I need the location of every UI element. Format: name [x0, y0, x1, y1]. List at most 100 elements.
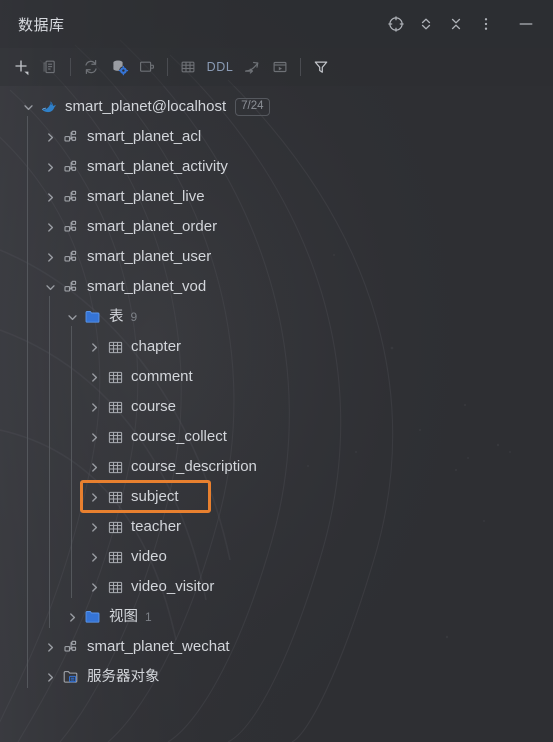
locate-icon[interactable] [383, 11, 409, 37]
schema-icon [62, 278, 80, 296]
chevron-down-icon[interactable] [42, 279, 58, 295]
collapse-all-icon[interactable] [443, 11, 469, 37]
ddl-button[interactable]: DDL [202, 53, 238, 81]
tree-row[interactable]: smart_planet_activity [0, 152, 553, 182]
tree-row[interactable]: 表9 [0, 302, 553, 332]
expand-all-icon[interactable] [413, 11, 439, 37]
tree-row[interactable]: 服务器对象 [0, 662, 553, 692]
tree-row[interactable]: smart_planet_live [0, 182, 553, 212]
toolbar-divider-2 [167, 58, 168, 76]
tree-row-label: smart_planet_activity [87, 158, 228, 175]
schema-icon [62, 158, 80, 176]
tree-row[interactable]: smart_planet_user [0, 242, 553, 272]
database-tree[interactable]: smart_planet@localhost 7/24 smart_planet_a… [0, 86, 553, 742]
tree-row-count: 1 [145, 610, 152, 624]
chevron-right-icon[interactable] [86, 399, 102, 415]
tree-row[interactable]: subject [0, 482, 553, 512]
chevron-right-icon[interactable] [42, 639, 58, 655]
more-options-icon[interactable] [473, 11, 499, 37]
chevron-right-icon[interactable] [86, 429, 102, 445]
filter-button[interactable] [307, 53, 335, 81]
tree-row[interactable]: smart_planet@localhost 7/24 [0, 92, 553, 122]
tree-row-label: smart_planet@localhost [65, 98, 227, 115]
schema-icon [62, 638, 80, 656]
tree-row[interactable]: smart_planet_wechat [0, 632, 553, 662]
folder-icon [84, 608, 102, 626]
ddl-button-label: DDL [206, 60, 234, 74]
chevron-right-icon[interactable] [86, 489, 102, 505]
data-source-properties-button[interactable] [105, 53, 133, 81]
tree-row-label: chapter [131, 338, 182, 355]
tree-row-label: course [131, 398, 177, 415]
chevron-right-icon[interactable] [86, 519, 102, 535]
tree-row-label: video [131, 548, 167, 565]
tree-row[interactable]: smart_planet_order [0, 212, 553, 242]
chevron-right-icon[interactable] [42, 159, 58, 175]
database-toolbar: DDL [0, 48, 553, 86]
tree-row[interactable]: course_description [0, 452, 553, 482]
tree-row-label: smart_planet_acl [87, 128, 202, 145]
chevron-right-icon[interactable] [42, 189, 58, 205]
chevron-right-icon[interactable] [42, 129, 58, 145]
schema-icon [62, 248, 80, 266]
refresh-button[interactable] [77, 53, 105, 81]
chevron-right-icon[interactable] [86, 549, 102, 565]
chevron-right-icon[interactable] [42, 249, 58, 265]
jump-to-console-button[interactable] [133, 53, 161, 81]
table-icon [106, 548, 124, 566]
chevron-right-icon[interactable] [86, 339, 102, 355]
tree-row[interactable]: smart_planet_vod [0, 272, 553, 302]
folder-icon [84, 308, 102, 326]
chevron-right-icon[interactable] [86, 459, 102, 475]
add-button[interactable] [8, 53, 36, 81]
chevron-right-icon[interactable] [86, 579, 102, 595]
chevron-down-icon[interactable] [20, 99, 36, 115]
database-tool-window: 数据库 DDL smart_planet@localhost 7/24 smar… [0, 0, 553, 742]
server-objects-icon [62, 668, 80, 686]
tree-row-label: 表 [109, 309, 124, 325]
tree-row-label: 视图 [109, 609, 138, 625]
table-icon [106, 488, 124, 506]
tree-row-label: course_description [131, 458, 257, 475]
tree-row-label: teacher [131, 518, 182, 535]
tree-row-label: 服务器对象 [87, 669, 160, 685]
chevron-down-icon[interactable] [64, 309, 80, 325]
tree-row[interactable]: course [0, 392, 553, 422]
tree-row-label: video_visitor [131, 578, 215, 595]
tree-row[interactable]: chapter [0, 332, 553, 362]
toolbar-divider-1 [70, 58, 71, 76]
tree-row[interactable]: smart_planet_acl [0, 122, 553, 152]
open-table-editor-button[interactable] [174, 53, 202, 81]
tree-row-label: course_collect [131, 428, 227, 445]
tree-row[interactable]: 视图 1 [0, 602, 553, 632]
modify-window-button[interactable] [266, 53, 294, 81]
table-icon [106, 368, 124, 386]
table-icon [106, 398, 124, 416]
table-icon [106, 518, 124, 536]
table-icon [106, 578, 124, 596]
table-icon [106, 428, 124, 446]
chevron-right-icon[interactable] [42, 669, 58, 685]
chevron-right-icon[interactable] [86, 369, 102, 385]
schema-icon [62, 128, 80, 146]
duplicate-button[interactable] [36, 53, 64, 81]
connection-count-badge: 7/24 [235, 98, 270, 116]
table-icon [106, 338, 124, 356]
table-icon [106, 458, 124, 476]
minimize-icon[interactable] [513, 11, 539, 37]
tool-window-header: 数据库 [0, 0, 553, 48]
tree-row-count: 9 [130, 310, 138, 324]
tree-row[interactable]: comment [0, 362, 553, 392]
tree-row[interactable]: teacher [0, 512, 553, 542]
tree-row[interactable]: video_visitor [0, 572, 553, 602]
mysql-dolphin-icon [40, 98, 58, 116]
tree-row[interactable]: course_collect [0, 422, 553, 452]
schema-icon [62, 218, 80, 236]
chevron-right-icon[interactable] [42, 219, 58, 235]
tree-row-label: smart_planet_wechat [87, 638, 230, 655]
tree-row[interactable]: video [0, 542, 553, 572]
tree-row-label: smart_planet_live [87, 188, 205, 205]
header-actions [383, 11, 539, 37]
chevron-right-icon[interactable] [64, 609, 80, 625]
jump-to-source-button[interactable] [238, 53, 266, 81]
